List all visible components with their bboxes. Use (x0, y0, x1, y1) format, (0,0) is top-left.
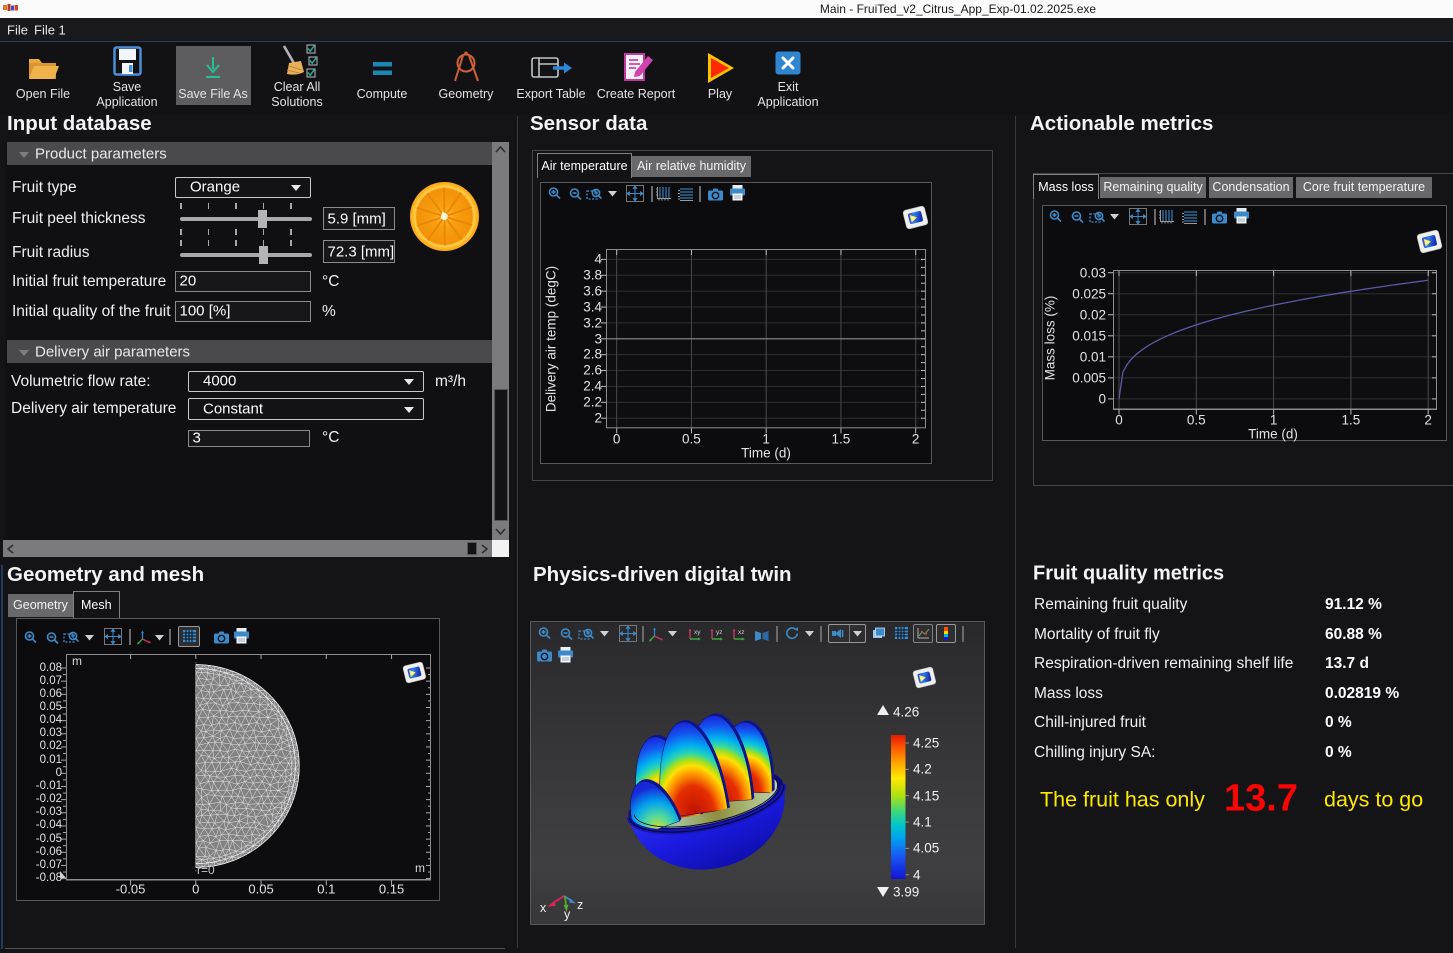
svg-text:xy: xy (694, 629, 701, 636)
svg-text:y: y (564, 908, 571, 922)
svg-text:yz: yz (716, 629, 723, 636)
svg-text:z: z (577, 898, 583, 912)
svg-text:x: x (540, 901, 547, 915)
svg-text:xz: xz (738, 629, 745, 636)
